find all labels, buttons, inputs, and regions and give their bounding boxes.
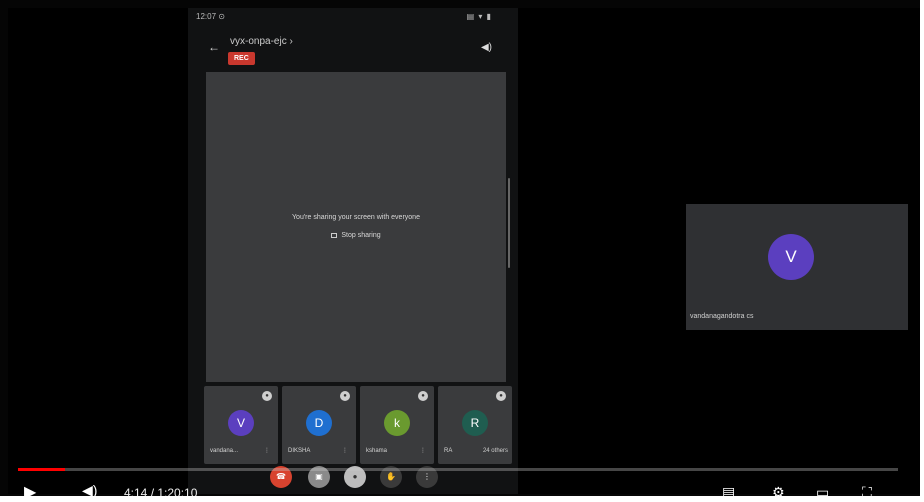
participant-tile[interactable]: ● R RA 24 others — [438, 386, 512, 464]
mic-icon: ● — [418, 391, 428, 401]
phone-screen-recording: 12:07 ⊙ ▤ ▾ ▮ ← vyx-onpa-ejc › REC ◀) Yo… — [188, 8, 518, 494]
participant-tile[interactable]: ● D DIKSHA ⋮ — [282, 386, 356, 464]
rec-badge: REC — [228, 52, 255, 65]
tile-name: DIKSHA — [288, 448, 311, 454]
status-icons: ▤ ▾ ▮ — [466, 12, 492, 21]
participant-name: vandanagandotra cs — [690, 313, 754, 320]
more-icon[interactable]: ⋮ — [264, 447, 270, 454]
speaker-icon[interactable]: ◀) — [481, 42, 492, 53]
participant-tile[interactable]: ● k kshama ⋮ — [360, 386, 434, 464]
mic-icon: ● — [262, 391, 272, 401]
screen-share-stage: You're sharing your screen with everyone… — [206, 72, 506, 382]
meet-header: ← vyx-onpa-ejc › REC ◀) — [188, 26, 518, 76]
participant-tile[interactable]: ● V vandana... ⋮ — [204, 386, 278, 464]
video-frame: 12:07 ⊙ ▤ ▾ ▮ ← vyx-onpa-ejc › REC ◀) Yo… — [8, 8, 920, 494]
avatar: V — [228, 410, 254, 436]
tile-name: kshama — [366, 448, 388, 454]
others-count[interactable]: 24 others — [483, 448, 508, 454]
avatar: V — [768, 234, 814, 280]
progress-bar[interactable] — [18, 468, 898, 471]
status-time: 12:07 ⊙ — [196, 12, 225, 21]
participant-tiles: ● V vandana... ⋮ ● D DIKSHA ⋮ ● k kshama… — [204, 386, 516, 466]
tile-name: RA — [444, 448, 453, 454]
mic-icon: ● — [340, 391, 350, 401]
tile-name: vandana... — [210, 448, 239, 454]
avatar: k — [384, 410, 410, 436]
scroll-thumb[interactable] — [508, 178, 510, 268]
video-player[interactable]: 12:07 ⊙ ▤ ▾ ▮ ← vyx-onpa-ejc › REC ◀) Yo… — [0, 0, 924, 502]
stop-share-icon — [331, 232, 338, 238]
mic-icon: ● — [496, 391, 506, 401]
share-message: You're sharing your screen with everyone — [292, 214, 420, 221]
avatar: D — [306, 410, 332, 436]
stop-sharing-button[interactable]: Stop sharing — [206, 232, 506, 239]
status-bar: 12:07 ⊙ ▤ ▾ ▮ — [188, 8, 518, 26]
page-right-edge — [920, 0, 924, 502]
avatar: R — [462, 410, 488, 436]
participant-tile-main[interactable]: V vandanagandotra cs — [686, 204, 908, 330]
meeting-code[interactable]: vyx-onpa-ejc › — [230, 36, 293, 47]
arrow-left-icon[interactable]: ← — [208, 40, 220, 54]
progress-fill — [18, 468, 65, 471]
more-icon[interactable]: ⋮ — [420, 447, 426, 454]
page-bottom-edge — [0, 496, 924, 502]
more-icon[interactable]: ⋮ — [342, 447, 348, 454]
stop-sharing-label: Stop sharing — [341, 232, 381, 239]
